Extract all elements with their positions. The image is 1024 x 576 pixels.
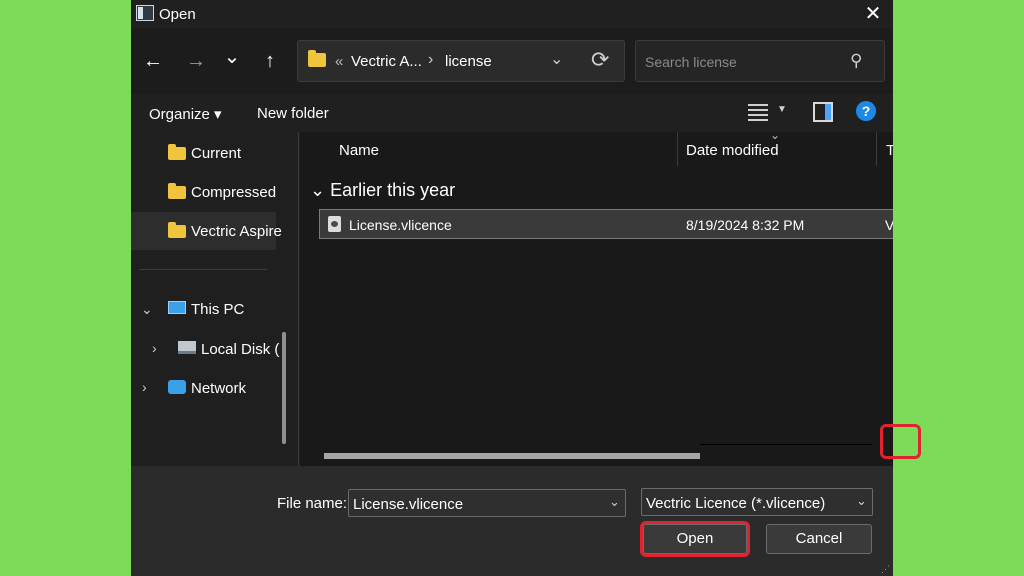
preview-pane-icon[interactable] <box>813 102 833 122</box>
highlight-annotation <box>880 424 921 459</box>
scrollbar-track <box>700 444 872 445</box>
folder-icon <box>168 183 186 199</box>
search-input[interactable]: Search license ⚲ <box>635 40 885 82</box>
folder-icon <box>168 144 186 160</box>
file-type: V <box>885 217 893 233</box>
app-icon <box>136 5 154 21</box>
back-arrow-icon[interactable]: ← <box>141 48 165 74</box>
breadcrumb-license[interactable]: license <box>445 53 492 70</box>
help-icon[interactable]: ? <box>856 101 876 121</box>
command-bar: Organize ▾ New folder ▼ ? <box>131 94 893 132</box>
cancel-button[interactable]: Cancel <box>766 524 872 554</box>
folder-icon <box>168 222 186 238</box>
group-header[interactable]: ⌄ Earlier this year <box>310 180 455 201</box>
open-dialog: Open ✕ ← → ⌄ ↑ « Vectric A... › license … <box>131 0 893 576</box>
file-type-select[interactable]: Vectric Licence (*.vlicence) ⌄ <box>641 488 873 516</box>
view-dropdown-icon[interactable]: ▼ <box>777 104 787 115</box>
breadcrumb-separator: › <box>428 51 434 68</box>
resize-grip-icon[interactable]: ⋰ <box>881 564 890 575</box>
file-icon <box>328 216 341 232</box>
pane-divider[interactable] <box>298 132 299 466</box>
column-header-date-modified[interactable]: Date modified <box>686 142 779 159</box>
sidebar-item-compressed[interactable]: Compressed <box>131 173 276 211</box>
sidebar-item-local-disk[interactable]: Local Disk ( <box>201 341 279 358</box>
refresh-icon[interactable]: ⟳ <box>591 47 609 73</box>
sidebar-item-label: Compressed <box>191 184 277 201</box>
address-bar[interactable]: « Vectric A... › license ⌄ ⟳ <box>297 40 625 82</box>
column-header-name[interactable]: Name <box>339 142 379 159</box>
open-button[interactable]: Open <box>640 521 750 557</box>
new-folder-button[interactable]: New folder <box>257 105 329 122</box>
file-name-label: File name: <box>277 495 348 512</box>
window-title: Open <box>159 6 196 23</box>
file-list: Name ⌄ Date modified Ty ⌄ Earlier this y… <box>300 128 893 466</box>
chevron-right-icon[interactable]: › <box>142 379 147 395</box>
sidebar-item-label: Vectric Aspire <box>191 223 282 240</box>
chevron-down-icon[interactable]: ⌄ <box>609 494 620 510</box>
sidebar-divider <box>139 269 267 270</box>
column-separator[interactable] <box>677 132 678 166</box>
close-icon[interactable]: ✕ <box>863 4 883 24</box>
sidebar-item-label: Current <box>191 145 242 162</box>
folder-icon <box>308 50 326 67</box>
file-date: 8/19/2024 8:32 PM <box>686 217 805 233</box>
sort-indicator-icon: ⌄ <box>770 128 781 142</box>
sidebar-item-vectric-aspire[interactable]: Vectric Aspire <box>131 212 282 250</box>
title-bar: Open ✕ <box>131 0 893 28</box>
file-name-panel: File name: License.vlicence ⌄ Vectric Li… <box>131 466 893 576</box>
search-placeholder: Search license <box>645 54 737 70</box>
sidebar-item-current[interactable]: Current <box>131 134 276 172</box>
file-name-field[interactable]: License.vlicence ⌄ <box>348 489 626 517</box>
sidebar-scrollbar[interactable] <box>282 332 286 444</box>
navigation-bar: ← → ⌄ ↑ « Vectric A... › license ⌄ ⟳ Sea… <box>131 28 893 94</box>
chevron-down-icon[interactable]: ⌄ <box>141 301 153 318</box>
search-icon[interactable]: ⚲ <box>850 51 862 71</box>
chevron-down-icon[interactable]: ⌄ <box>550 49 563 69</box>
view-icon[interactable] <box>748 104 768 121</box>
column-separator[interactable] <box>876 132 877 166</box>
file-row[interactable]: License.vlicence 8/19/2024 8:32 PM V <box>319 209 893 239</box>
column-header-type[interactable]: Ty <box>886 142 893 159</box>
file-name-value: License.vlicence <box>353 496 464 513</box>
sidebar-item-network[interactable]: Network <box>191 380 246 397</box>
up-arrow-icon[interactable]: ↑ <box>258 48 282 74</box>
disk-icon <box>178 341 196 354</box>
chevron-right-icon[interactable]: › <box>152 340 157 356</box>
organize-button[interactable]: Organize ▾ <box>149 105 222 123</box>
breadcrumb-vectric[interactable]: Vectric A... <box>351 53 422 70</box>
sidebar-item-this-pc[interactable]: This PC <box>191 301 244 318</box>
file-name: License.vlicence <box>349 217 452 233</box>
chevron-down-icon[interactable]: ⌄ <box>856 493 867 509</box>
breadcrumb-overflow[interactable]: « <box>335 53 343 70</box>
recent-locations-icon[interactable]: ⌄ <box>220 44 244 70</box>
navigation-pane: Current Compressed Vectric Aspire ⌄ This… <box>131 132 291 466</box>
horizontal-scrollbar[interactable] <box>324 453 700 459</box>
forward-arrow-icon[interactable]: → <box>184 48 208 74</box>
network-icon <box>168 380 186 394</box>
pc-icon <box>168 301 186 314</box>
file-type-value: Vectric Licence (*.vlicence) <box>646 495 826 512</box>
